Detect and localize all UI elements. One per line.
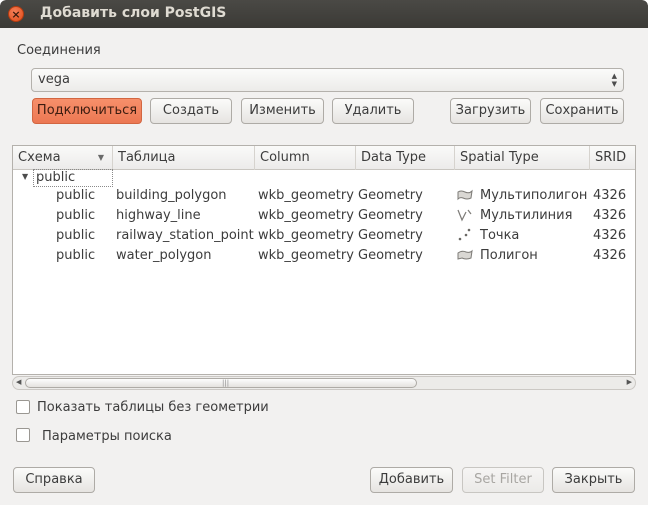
- delete-button[interactable]: Удалить: [332, 98, 414, 124]
- column-header-table[interactable]: Таблица: [113, 146, 255, 170]
- connect-button[interactable]: Подключиться: [32, 98, 142, 124]
- close-icon: ×: [11, 7, 21, 21]
- postgis-dialog: × Добавить слои PostGIS Соединения vega …: [0, 0, 648, 505]
- polygon-icon: [457, 249, 473, 260]
- cell-srid[interactable]: 4326: [593, 248, 626, 263]
- create-button[interactable]: Создать: [150, 98, 232, 124]
- column-header-srid[interactable]: SRID: [590, 146, 635, 170]
- cell-data-type[interactable]: Geometry: [358, 188, 423, 203]
- column-header-column[interactable]: Column: [255, 146, 356, 170]
- window-close-button[interactable]: ×: [8, 6, 24, 22]
- edit-button[interactable]: Изменить: [241, 98, 324, 124]
- load-button[interactable]: Загрузить: [450, 98, 531, 124]
- connections-label: Соединения: [17, 43, 101, 58]
- search-options-label[interactable]: Параметры поиска: [42, 429, 172, 444]
- cell-column[interactable]: wkb_geometry: [258, 228, 354, 243]
- cell-table[interactable]: building_polygon: [116, 188, 227, 203]
- cell-data-type[interactable]: Geometry: [358, 228, 423, 243]
- cell-spatial-type[interactable]: Мультиполигон: [480, 188, 587, 203]
- cell-table[interactable]: water_polygon: [116, 248, 212, 263]
- sort-down-icon: ▼: [97, 153, 104, 162]
- column-header-spatial-type[interactable]: Spatial Type: [455, 146, 590, 170]
- cell-schema[interactable]: public: [56, 208, 95, 223]
- show-no-geometry-checkbox[interactable]: [16, 400, 30, 414]
- cell-spatial-type[interactable]: Точка: [480, 228, 519, 243]
- window-title: Добавить слои PostGIS: [40, 5, 227, 21]
- cell-srid[interactable]: 4326: [593, 208, 626, 223]
- cell-table[interactable]: highway_line: [116, 208, 201, 223]
- search-options-checkbox[interactable]: [16, 428, 30, 442]
- multipolygon-icon: [457, 189, 473, 201]
- cell-spatial-type[interactable]: Полигон: [480, 248, 538, 263]
- connection-selected-value: vega: [38, 72, 70, 87]
- cell-data-type[interactable]: Geometry: [358, 248, 423, 263]
- column-header-data-type[interactable]: Data Type: [356, 146, 455, 170]
- cell-column[interactable]: wkb_geometry: [258, 188, 354, 203]
- column-header-schema-label: Схема: [18, 150, 61, 165]
- horizontal-scrollbar[interactable]: ◀ ||| ▶: [12, 376, 636, 390]
- scroll-right-icon[interactable]: ▶: [627, 378, 632, 386]
- cell-schema[interactable]: public: [56, 248, 95, 263]
- show-no-geometry-label[interactable]: Показать таблицы без геометрии: [37, 400, 269, 415]
- cell-schema[interactable]: public: [56, 228, 95, 243]
- cell-spatial-type[interactable]: Мультилиния: [480, 208, 572, 223]
- column-header-schema[interactable]: Схема ▼: [13, 146, 113, 170]
- add-button[interactable]: Добавить: [370, 467, 453, 493]
- connection-select[interactable]: vega ▲ ▼: [31, 68, 624, 92]
- grip-icon: |||: [222, 379, 230, 387]
- scrollbar-thumb[interactable]: |||: [25, 378, 417, 388]
- cell-data-type[interactable]: Geometry: [358, 208, 423, 223]
- cell-schema[interactable]: public: [56, 188, 95, 203]
- multiline-icon: [457, 209, 472, 222]
- table-header: Схема ▼ Таблица Column Data Type Spatial…: [13, 146, 635, 170]
- cell-table[interactable]: railway_station_point: [116, 228, 254, 243]
- schema-group-public[interactable]: public: [33, 169, 113, 187]
- cell-column[interactable]: wkb_geometry: [258, 248, 354, 263]
- combo-arrows-icon: ▲ ▼: [611, 72, 617, 88]
- cell-srid[interactable]: 4326: [593, 188, 626, 203]
- title-bar: × Добавить слои PostGIS: [0, 0, 648, 28]
- layers-table[interactable]: Схема ▼ Таблица Column Data Type Spatial…: [12, 145, 636, 375]
- tree-expand-icon[interactable]: ▼: [22, 172, 28, 181]
- scroll-left-icon[interactable]: ◀: [16, 378, 21, 386]
- point-icon: [458, 228, 471, 241]
- close-button[interactable]: Закрыть: [552, 467, 635, 493]
- help-button[interactable]: Справка: [13, 467, 95, 493]
- set-filter-button[interactable]: Set Filter: [462, 467, 544, 493]
- save-button[interactable]: Сохранить: [540, 98, 624, 124]
- cell-srid[interactable]: 4326: [593, 228, 626, 243]
- cell-column[interactable]: wkb_geometry: [258, 208, 354, 223]
